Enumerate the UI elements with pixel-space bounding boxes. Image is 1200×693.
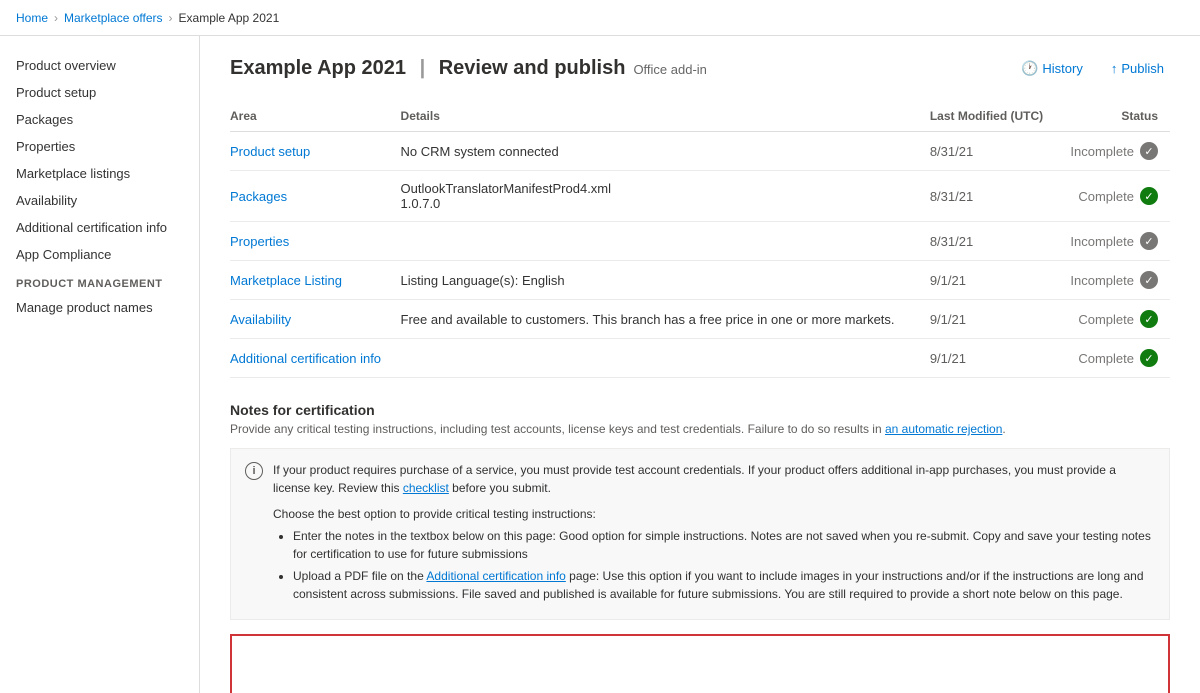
checklist-link[interactable]: checklist — [403, 481, 449, 495]
status-text-5: Complete — [1078, 351, 1134, 366]
status-cell-5: Complete ✓ — [1066, 339, 1170, 378]
area-link-0[interactable]: Product setup — [230, 144, 310, 159]
sidebar-section-product-management: Product management — [0, 268, 199, 294]
complete-icon-1: ✓ — [1140, 187, 1158, 205]
area-link-3[interactable]: Marketplace Listing — [230, 273, 342, 288]
notes-title: Notes for certification — [230, 402, 1170, 418]
incomplete-icon-2: ✓ — [1140, 232, 1158, 250]
incomplete-icon-3: ✓ — [1140, 271, 1158, 289]
table-row: Product setup No CRM system connected8/31… — [230, 132, 1170, 171]
area-link-2[interactable]: Properties — [230, 234, 289, 249]
sidebar-item-additional-certification-info[interactable]: Additional certification info — [0, 214, 199, 241]
sidebar-item-app-compliance[interactable]: App Compliance — [0, 241, 199, 268]
notes-subtitle-link[interactable]: an automatic rejection — [885, 422, 1002, 436]
page-title-app-name: Example App 2021 — [230, 57, 406, 79]
info-bullets: Choose the best option to provide critic… — [273, 505, 1155, 603]
history-icon: 🕐 — [1021, 60, 1038, 77]
sidebar: Product overview Product setup Packages … — [0, 36, 200, 693]
publish-header-button[interactable]: ↑ Publish — [1105, 57, 1170, 80]
main-content: Example App 2021 | Review and publish Of… — [200, 36, 1200, 693]
sidebar-item-product-overview[interactable]: Product overview — [0, 52, 199, 79]
notes-subtitle: Provide any critical testing instruction… — [230, 422, 1170, 436]
history-label: History — [1042, 61, 1082, 76]
table-row: Availability Free and available to custom… — [230, 300, 1170, 339]
status-text-0: Incomplete — [1070, 144, 1134, 159]
complete-icon-4: ✓ — [1140, 310, 1158, 328]
details-cell-1: OutlookTranslatorManifestProd4.xml1.0.7.… — [401, 171, 930, 222]
status-cell-0: Incomplete ✓ — [1066, 132, 1170, 171]
complete-icon-5: ✓ — [1140, 349, 1158, 367]
sidebar-item-properties[interactable]: Properties — [0, 133, 199, 160]
page-header: Example App 2021 | Review and publish Of… — [230, 56, 1170, 81]
status-cell-4: Complete ✓ — [1066, 300, 1170, 339]
breadcrumb-marketplace-offers[interactable]: Marketplace offers — [64, 11, 163, 25]
info-text-content: If your product requires purchase of a s… — [273, 461, 1155, 607]
breadcrumb-sep-2: › — [169, 11, 173, 25]
breadcrumb-sep-1: › — [54, 11, 58, 25]
table-row: Packages OutlookTranslatorManifestProd4.x… — [230, 171, 1170, 222]
notes-subtitle-pre: Provide any critical testing instruction… — [230, 422, 885, 436]
col-area: Area — [230, 101, 401, 132]
history-button[interactable]: 🕐 History — [1015, 56, 1089, 81]
col-status: Status — [1066, 101, 1170, 132]
layout: Product overview Product setup Packages … — [0, 36, 1200, 693]
sidebar-item-marketplace-listings[interactable]: Marketplace listings — [0, 160, 199, 187]
date-cell-4: 9/1/21 — [930, 300, 1066, 339]
info-box: i If your product requires purchase of a… — [230, 448, 1170, 620]
date-cell-1: 8/31/21 — [930, 171, 1066, 222]
page-badge: Office add-in — [633, 62, 706, 77]
details-cell-0: No CRM system connected — [401, 132, 930, 171]
bullet-2: Upload a PDF file on the Additional cert… — [293, 567, 1155, 603]
review-table: Area Details Last Modified (UTC) Status … — [230, 101, 1170, 378]
page-title-subtitle: Review and publish — [439, 57, 626, 79]
breadcrumb: Home › Marketplace offers › Example App … — [16, 11, 279, 25]
info-icon: i — [245, 462, 263, 480]
bullet-2-pre: Upload a PDF file on the — [293, 569, 426, 583]
info-text-pre: If your product requires purchase of a s… — [273, 463, 1116, 495]
area-link-5[interactable]: Additional certification info — [230, 351, 381, 366]
table-row: Additional certification info9/1/21Compl… — [230, 339, 1170, 378]
incomplete-icon-0: ✓ — [1140, 142, 1158, 160]
details-cell-3: Listing Language(s): English — [401, 261, 930, 300]
area-link-1[interactable]: Packages — [230, 189, 287, 204]
publish-header-icon: ↑ — [1111, 61, 1118, 76]
info-text-post: before you submit. — [449, 481, 551, 495]
col-details: Details — [401, 101, 930, 132]
sidebar-item-manage-product-names[interactable]: Manage product names — [0, 294, 199, 321]
date-cell-3: 9/1/21 — [930, 261, 1066, 300]
status-text-3: Incomplete — [1070, 273, 1134, 288]
page-title: Example App 2021 | Review and publish — [230, 57, 625, 80]
breadcrumb-home[interactable]: Home — [16, 11, 48, 25]
breadcrumb-current: Example App 2021 — [179, 11, 280, 25]
table-row: Marketplace Listing Listing Language(s): … — [230, 261, 1170, 300]
header-actions: 🕐 History ↑ Publish — [1015, 56, 1170, 81]
choose-text: Choose the best option to provide critic… — [273, 505, 1155, 523]
notes-subtitle-post: . — [1002, 422, 1005, 436]
bullet-2-link[interactable]: Additional certification info — [426, 569, 565, 583]
page-title-divider: | — [420, 57, 431, 79]
status-text-1: Complete — [1078, 189, 1134, 204]
bullet-1: Enter the notes in the textbox below on … — [293, 527, 1155, 563]
date-cell-5: 9/1/21 — [930, 339, 1066, 378]
top-bar: Home › Marketplace offers › Example App … — [0, 0, 1200, 36]
col-last-modified: Last Modified (UTC) — [930, 101, 1066, 132]
publish-header-label: Publish — [1121, 61, 1164, 76]
notes-section: Notes for certification Provide any crit… — [230, 402, 1170, 693]
date-cell-0: 8/31/21 — [930, 132, 1066, 171]
area-link-4[interactable]: Availability — [230, 312, 291, 327]
table-row: Properties 8/31/21 Incomplete ✓ — [230, 222, 1170, 261]
sidebar-item-packages[interactable]: Packages — [0, 106, 199, 133]
date-cell-2: 8/31/21 — [930, 222, 1066, 261]
notes-textarea[interactable] — [230, 634, 1170, 693]
details-cell-2 — [401, 222, 930, 261]
status-cell-2: Incomplete ✓ — [1066, 222, 1170, 261]
status-cell-3: Incomplete ✓ — [1066, 261, 1170, 300]
status-text-4: Complete — [1078, 312, 1134, 327]
status-text-2: Incomplete — [1070, 234, 1134, 249]
sidebar-item-product-setup[interactable]: Product setup — [0, 79, 199, 106]
details-cell-4: Free and available to customers. This br… — [401, 300, 930, 339]
details-cell-5 — [401, 339, 930, 378]
status-cell-1: Complete ✓ — [1066, 171, 1170, 222]
sidebar-item-availability[interactable]: Availability — [0, 187, 199, 214]
